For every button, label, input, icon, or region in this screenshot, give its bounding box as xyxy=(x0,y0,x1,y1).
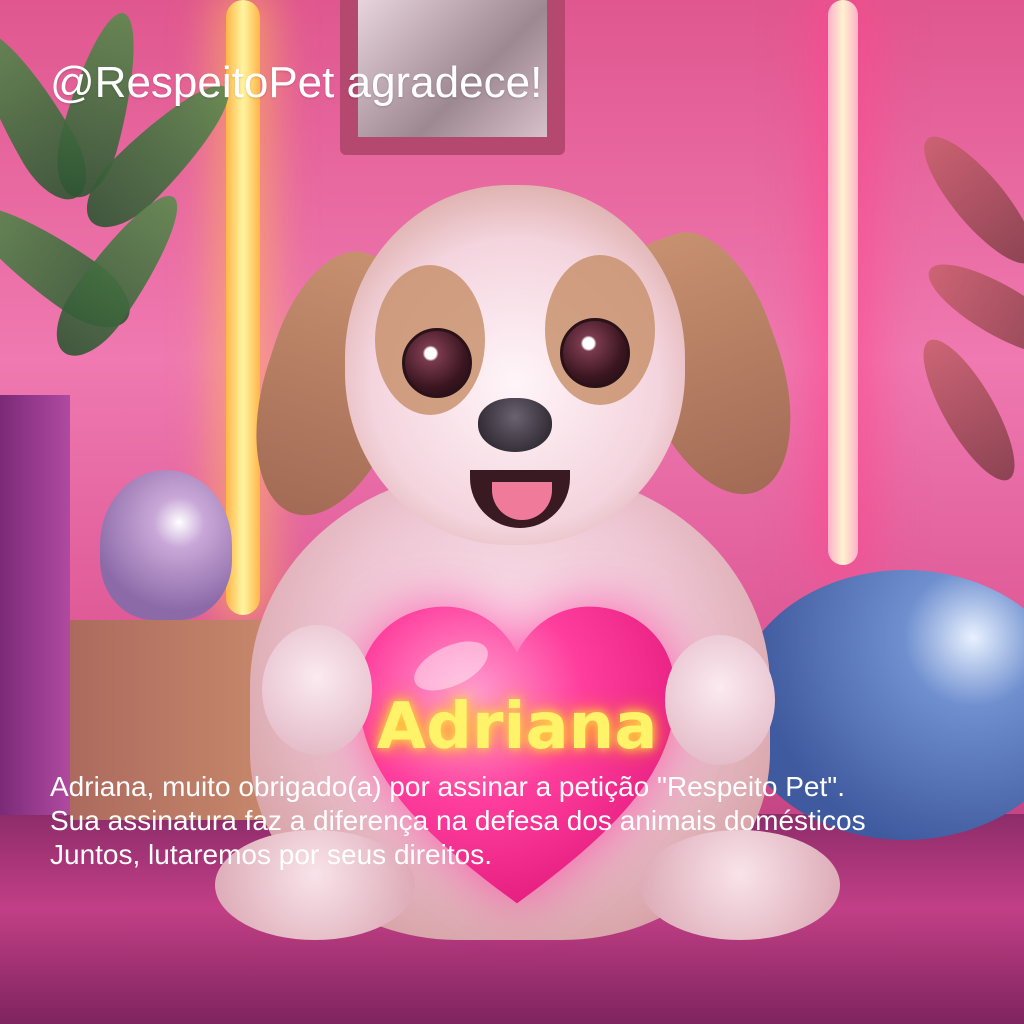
heart-name-text: Adriana xyxy=(376,690,658,764)
page-title: @RespeitoPet agradece! xyxy=(50,58,543,107)
message-line: Juntos, lutaremos por seus direitos. xyxy=(50,839,492,870)
message-line: Adriana, muito obrigado(a) por assinar a… xyxy=(50,771,845,802)
puppy-eye-left xyxy=(402,328,472,398)
thank-you-message: Adriana, muito obrigado(a) por assinar a… xyxy=(50,770,1024,872)
puppy-nose xyxy=(478,398,552,452)
scene-background: Adriana @RespeitoPet agradece! Adriana, … xyxy=(0,0,1024,1024)
puppy-eye-right xyxy=(560,318,630,388)
message-line: Sua assinatura faz a diferença na defesa… xyxy=(50,805,866,836)
